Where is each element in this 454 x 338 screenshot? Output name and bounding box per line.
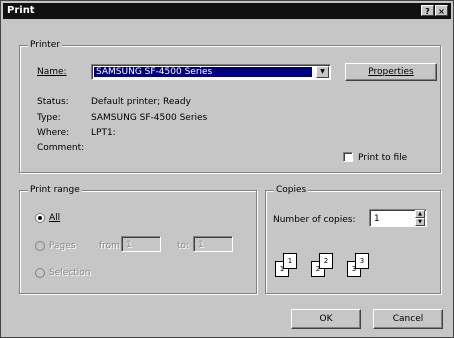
page-icon: 3 [355,253,369,269]
to-label: to: [177,241,190,251]
status-value: Default printer; Ready [91,97,191,107]
type-value: SAMSUNG SF-4500 Series [91,113,208,123]
print-range-legend: Print range [28,185,82,195]
copies-value: 1 [374,214,380,224]
ok-button[interactable]: OK [291,309,361,329]
pages-radio[interactable] [35,241,45,251]
close-button[interactable]: × [435,5,448,16]
cancel-button[interactable]: Cancel [373,309,443,329]
from-input[interactable]: 1 [121,236,161,252]
to-input[interactable]: 1 [193,236,233,252]
name-label: Name: [37,67,67,77]
properties-button[interactable]: Properties [345,63,437,81]
page-icon: 2 [319,253,333,269]
spin-up-icon[interactable]: ▲ [415,210,425,218]
where-value: LPT1: [91,128,116,138]
help-button[interactable]: ? [421,5,434,16]
selection-radio[interactable] [35,268,45,278]
chevron-down-icon[interactable]: ▼ [316,66,329,78]
to-value: 1 [198,240,204,250]
printer-name-select[interactable]: SAMSUNG SF-4500 Series ▼ [91,64,331,80]
copies-legend: Copies [274,185,309,195]
copies-group: Copies [265,185,441,294]
page-icon: 1 [283,253,297,269]
from-label: from: [99,241,123,251]
type-label: Type: [37,113,61,123]
all-label[interactable]: All [49,213,60,223]
status-label: Status: [37,97,69,107]
print-to-file-label[interactable]: Print to file [358,153,407,163]
copies-spinner[interactable]: ▲ ▼ [415,210,425,226]
pages-label[interactable]: Pages [49,241,75,251]
print-to-file-checkbox[interactable] [343,152,353,162]
title-bar[interactable]: Print ? × [3,3,451,19]
selection-label[interactable]: Selection [49,268,90,278]
printer-legend: Printer [28,40,62,50]
where-label: Where: [37,128,70,138]
from-value: 1 [126,240,132,250]
printer-name-value: SAMSUNG SF-4500 Series [94,67,312,77]
spin-down-icon[interactable]: ▼ [415,218,425,226]
comment-label: Comment: [37,143,85,153]
number-of-copies-label: Number of copies: [273,215,356,225]
print-dialog: Print ? × Printer Name: SAMSUNG SF-4500 … [0,0,454,338]
window-title: Print [7,5,35,16]
all-radio[interactable] [35,213,45,223]
